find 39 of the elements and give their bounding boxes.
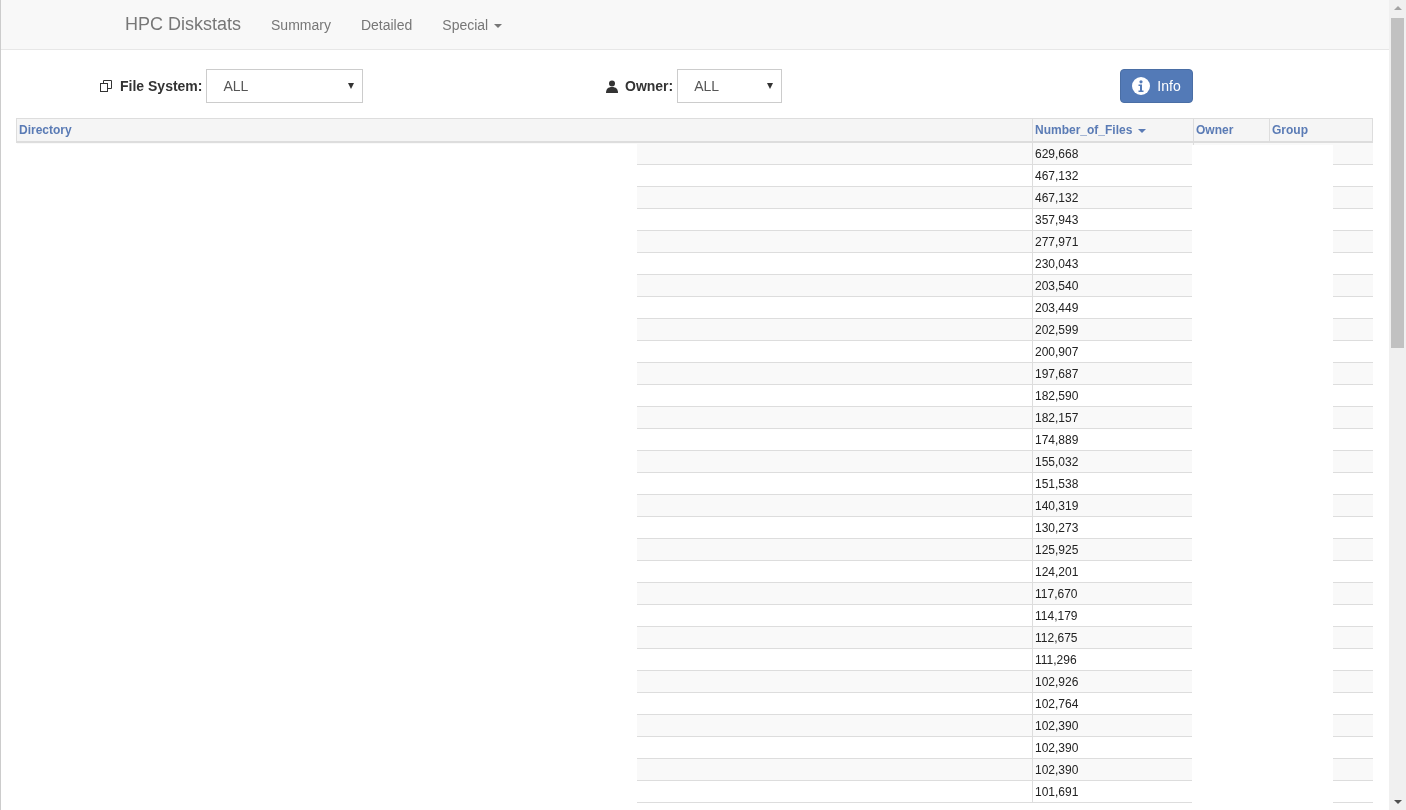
table-cell: 117,670 (1032, 582, 1194, 605)
table-cell: 102,926 (1032, 670, 1194, 693)
table-cell: 277,971 (1032, 230, 1194, 253)
table-cell: 140,319 (1032, 494, 1194, 517)
nav-dropdown[interactable]: Special (442, 16, 503, 33)
sort-caret-icon (1138, 128, 1147, 133)
column-header[interactable]: Group (1269, 118, 1373, 142)
scrollbar-thumb[interactable] (1391, 18, 1404, 348)
nav-link[interactable]: Summary (271, 16, 331, 33)
user-icon (606, 79, 618, 93)
info-icon (1132, 77, 1151, 95)
scroll-up-icon[interactable] (1393, 6, 1402, 10)
table-cell: 125,925 (1032, 538, 1194, 561)
file-system-label: File System: (120, 78, 203, 94)
file-system-select[interactable]: ALL (206, 69, 364, 103)
table-cell: 629,668 (1032, 142, 1194, 165)
copy-icon (99, 79, 113, 93)
scroll-down-icon[interactable] (1393, 800, 1402, 804)
table-cell: 102,390 (1032, 714, 1194, 737)
owner-select[interactable]: ALL (677, 69, 783, 103)
scrollbar[interactable] (1389, 0, 1406, 810)
dropdown-arrow-icon (767, 83, 774, 89)
nav-link[interactable]: Detailed (360, 16, 413, 33)
table-cell: 182,157 (1032, 406, 1194, 429)
column-header[interactable]: Owner (1193, 118, 1270, 142)
table-cell: 102,390 (1032, 758, 1194, 781)
owner-label: Owner: (625, 78, 674, 94)
column-header[interactable]: Number_of_Files (1032, 118, 1194, 142)
table-cell: 155,032 (1032, 450, 1194, 473)
info-button[interactable]: Info (1120, 69, 1193, 103)
table-cell: 197,687 (1032, 362, 1194, 385)
brand-link[interactable]: HPC Diskstats (125, 14, 241, 35)
table-cell: 467,132 (1032, 186, 1194, 209)
table-cell: 202,599 (1032, 318, 1194, 341)
column-header[interactable]: Directory (16, 118, 1033, 142)
dropdown-arrow-icon (348, 83, 355, 89)
table-cell: 203,540 (1032, 274, 1194, 297)
table-cell: 112,675 (1032, 626, 1194, 649)
caret-icon (494, 23, 503, 28)
